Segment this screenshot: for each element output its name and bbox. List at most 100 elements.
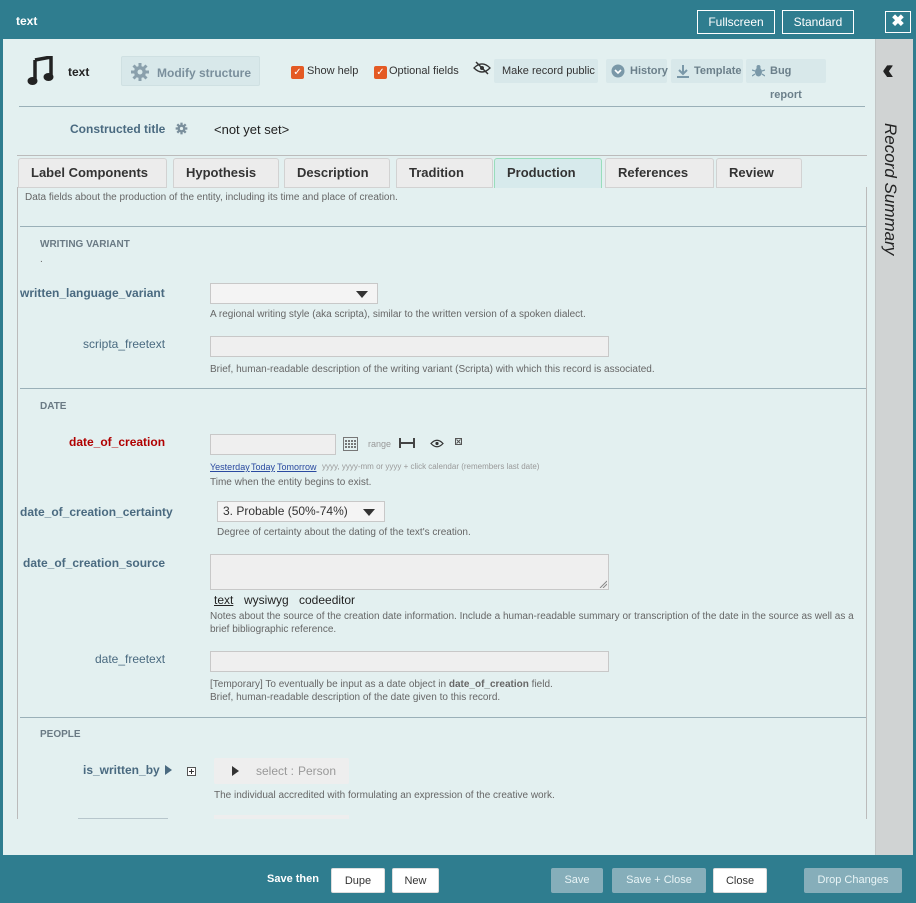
section-divider xyxy=(20,388,866,389)
section-divider xyxy=(20,226,866,227)
date-certainty-value: 3. Probable (50%-74%) xyxy=(223,504,348,518)
scripta-freetext-help: Brief, human-readable description of the… xyxy=(210,364,655,375)
close-button[interactable]: Close xyxy=(713,868,767,893)
people-heading: PEOPLE xyxy=(40,729,81,740)
add-icon[interactable] xyxy=(187,767,196,776)
history-button[interactable]: History xyxy=(606,59,668,83)
tab-label-components[interactable]: Label Components xyxy=(18,158,167,188)
expand-arrow-icon[interactable] xyxy=(165,765,172,775)
make-public-button[interactable]: Make record public xyxy=(494,59,598,83)
eye-icon[interactable] xyxy=(430,439,444,448)
date-heading: DATE xyxy=(40,401,67,412)
date-format-hint: yyyy, yyyy-mm or yyyy + click calendar (… xyxy=(322,462,540,471)
tab-bar: Label Components Hypothesis Description … xyxy=(17,155,867,188)
date-of-creation-help: Time when the entity begins to exist. xyxy=(210,477,372,488)
show-help-label: Show help xyxy=(307,65,359,77)
optional-fields-checkbox[interactable]: ✓ xyxy=(374,66,387,79)
section-divider xyxy=(20,717,866,718)
record-editor-window: text Fullscreen Standard ✖ text Modify s… xyxy=(0,0,916,903)
select-person-button[interactable]: select : Person xyxy=(214,758,349,784)
record-summary-panel[interactable]: ‹‹ Record Summary xyxy=(875,39,913,855)
template-label: Template xyxy=(694,65,742,77)
bug-report-label: Bug report xyxy=(770,65,802,101)
yesterday-link[interactable]: Yesterday xyxy=(210,462,250,472)
clear-icon[interactable] xyxy=(455,438,462,445)
select-prefix: select : xyxy=(256,764,295,778)
written-language-variant-select[interactable] xyxy=(210,283,378,304)
new-button[interactable]: New xyxy=(392,868,439,893)
history-label: History xyxy=(630,65,668,77)
editor-mode-wysiwyg[interactable]: wysiwyg xyxy=(244,593,289,607)
date-source-label: date_of_creation_source xyxy=(23,556,166,570)
resize-handle-icon[interactable] xyxy=(599,580,607,588)
cut-off-label xyxy=(78,818,168,819)
tab-production[interactable]: Production xyxy=(494,158,602,188)
bug-report-button[interactable]: Bug report xyxy=(746,59,826,101)
date-of-creation-input[interactable] xyxy=(210,434,336,455)
date-freetext-help-1: [Temporary] To eventually be input as a … xyxy=(210,679,553,690)
today-link[interactable]: Today xyxy=(251,462,275,472)
tab-tradition[interactable]: Tradition xyxy=(396,158,493,188)
editor-mode-text[interactable]: text xyxy=(214,593,233,607)
tab-references[interactable]: References xyxy=(605,158,714,188)
save-button[interactable]: Save xyxy=(551,868,603,893)
select-type: Person xyxy=(298,764,337,778)
tomorrow-link[interactable]: Tomorrow xyxy=(277,462,317,472)
music-note-icon xyxy=(27,56,54,85)
dupe-button[interactable]: Dupe xyxy=(331,868,385,893)
editor-main: text Modify structure ✓ Show help ✓ Opti… xyxy=(3,39,875,819)
show-help-checkbox[interactable]: ✓ xyxy=(291,66,304,79)
constructed-title-gear-icon[interactable] xyxy=(175,122,188,135)
written-language-variant-help: A regional writing style (aka scripta), … xyxy=(210,309,586,320)
tab-review[interactable]: Review xyxy=(716,158,802,188)
date-source-textarea[interactable] xyxy=(210,554,609,590)
scripta-freetext-label: scripta_freetext xyxy=(83,337,166,351)
standard-button[interactable]: Standard xyxy=(782,10,854,34)
close-window-button[interactable]: ✖ xyxy=(885,11,911,33)
download-icon xyxy=(677,65,689,78)
template-button[interactable]: Template xyxy=(671,59,743,83)
save-close-button[interactable]: Save + Close xyxy=(612,868,706,893)
save-then-label: Save then xyxy=(267,873,319,885)
date-source-help-2: brief bibliographic reference. xyxy=(210,624,337,635)
eye-slash-icon[interactable] xyxy=(473,61,491,75)
gear-icon xyxy=(131,63,149,81)
date-freetext-help-2: Brief, human-readable description of the… xyxy=(210,692,501,703)
window-title: text xyxy=(16,14,38,28)
production-intro: Data fields about the production of the … xyxy=(25,192,398,203)
constructed-title-value: <not yet set> xyxy=(214,122,290,137)
modify-structure-button[interactable]: Modify structure xyxy=(121,56,260,86)
written-language-variant-label: written_language_variant xyxy=(20,286,165,300)
title-bar: text Fullscreen Standard ✖ xyxy=(3,3,913,39)
date-certainty-select[interactable]: 3. Probable (50%-74%) xyxy=(217,501,385,522)
date-freetext-label: date_freetext xyxy=(95,652,166,666)
fullscreen-button[interactable]: Fullscreen xyxy=(697,10,775,34)
footer-bar: Save then Dupe New Save Save + Close Clo… xyxy=(3,855,913,903)
writing-variant-heading: WRITING VARIANT xyxy=(40,239,130,250)
date-source-help-1: Notes about the source of the creation d… xyxy=(210,611,854,622)
bug-icon xyxy=(752,65,765,77)
record-type-label: text xyxy=(68,65,90,79)
tab-hypothesis[interactable]: Hypothesis xyxy=(173,158,279,188)
date-of-creation-label: date_of_creation xyxy=(69,435,166,449)
next-select-button[interactable] xyxy=(214,815,349,819)
range-icon[interactable] xyxy=(399,438,415,448)
is-written-by-help: The individual accredited with formulati… xyxy=(214,790,555,801)
date-certainty-help: Degree of certainty about the dating of … xyxy=(217,527,471,538)
date-freetext-input[interactable] xyxy=(210,651,609,672)
scripta-freetext-input[interactable] xyxy=(210,336,609,357)
optional-fields-label: Optional fields xyxy=(389,65,459,77)
modify-structure-label: Modify structure xyxy=(157,66,252,80)
is-written-by-label: is_written_by xyxy=(83,763,160,777)
clock-icon xyxy=(611,64,625,78)
tab-description[interactable]: Description xyxy=(284,158,390,188)
header-divider xyxy=(19,106,865,107)
range-label: range xyxy=(368,439,392,449)
calendar-icon[interactable] xyxy=(343,436,358,451)
drop-changes-button[interactable]: Drop Changes xyxy=(804,868,902,893)
date-certainty-label: date_of_creation_certainty xyxy=(20,505,173,519)
editor-mode-codeeditor[interactable]: codeeditor xyxy=(299,593,355,607)
constructed-title-label: Constructed title xyxy=(70,122,166,136)
collapse-chevron-icon[interactable]: ‹‹ xyxy=(882,53,894,87)
production-tab-content: Data fields about the production of the … xyxy=(17,187,867,819)
